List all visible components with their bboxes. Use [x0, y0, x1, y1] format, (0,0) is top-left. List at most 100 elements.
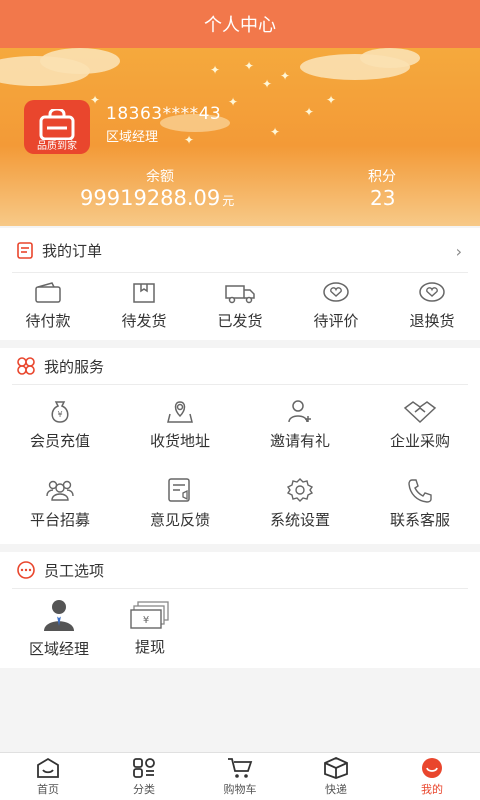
star-icon: ✦: [184, 133, 195, 147]
points-value[interactable]: 23: [370, 186, 395, 210]
phone-icon: [408, 479, 432, 503]
star-icon: ✦: [228, 95, 239, 109]
order-item-label: 已发货: [217, 311, 263, 330]
star-icon: ✦: [90, 93, 101, 107]
order-item-label: 待付款: [25, 311, 71, 330]
star-icon: ✦: [262, 77, 273, 91]
clover-icon: [17, 357, 35, 375]
profile-icon: [422, 757, 442, 778]
service-enterprise[interactable]: 企业采购: [360, 385, 480, 464]
staff-grid: 区域经理 ¥ 提现: [0, 589, 480, 667]
svg-text:¥: ¥: [57, 410, 62, 419]
cloud-decoration: [40, 48, 120, 74]
order-item-shipped[interactable]: 已发货: [192, 273, 288, 339]
handshake-icon: [403, 401, 437, 424]
cart-icon: [228, 757, 253, 778]
tab-label: 首页: [37, 782, 59, 796]
orders-title: 我的订单: [42, 241, 103, 260]
service-label: 系统设置: [269, 511, 330, 529]
staff-title: 员工选项: [44, 561, 105, 580]
order-item-label: 待评价: [313, 311, 359, 330]
services-title: 我的服务: [44, 357, 105, 376]
services-grid: ¥ 会员充值 收货地址 邀请有礼 企业采购 平台招募 意见反馈 系统设置 联系客…: [0, 385, 480, 543]
tab-home[interactable]: 首页: [0, 753, 96, 800]
tab-cart[interactable]: 购物车: [192, 753, 288, 800]
svg-text:¥: ¥: [143, 615, 149, 626]
more-options-icon: [17, 561, 35, 579]
order-item-pending-ship[interactable]: 待发货: [96, 273, 192, 339]
manager-icon: [44, 599, 74, 631]
service-invite[interactable]: 邀请有礼: [240, 385, 360, 464]
logo-caption: 品质到家: [24, 140, 90, 154]
order-item-label: 退换货: [409, 311, 455, 330]
add-user-icon: [288, 400, 311, 423]
service-recruit[interactable]: 平台招募: [0, 464, 120, 543]
balance-value[interactable]: 99919288.09 元: [80, 186, 234, 210]
gear-icon: [286, 478, 314, 502]
service-label: 企业采购: [389, 432, 450, 450]
orders-section: 我的订单 › 待付款 待发货 已发货 待评价 退换货: [0, 228, 480, 340]
staff-label: 提现: [134, 637, 165, 656]
service-settings[interactable]: 系统设置: [240, 464, 360, 543]
user-role: 区域经理: [106, 130, 159, 145]
tab-label: 我的: [421, 782, 443, 796]
tab-profile[interactable]: 我的: [384, 753, 480, 800]
star-icon: ✦: [326, 93, 337, 107]
bottom-tab-bar: 首页 分类 购物车 快递 我的: [0, 752, 480, 800]
service-label: 会员充值: [29, 432, 90, 450]
star-icon: ✦: [210, 63, 221, 77]
category-icon: [133, 757, 155, 778]
star-icon: ✦: [270, 125, 281, 139]
tab-category[interactable]: 分类: [96, 753, 192, 800]
balance-label: 余额: [146, 169, 174, 185]
staff-header: 员工选项: [0, 552, 480, 588]
service-contact[interactable]: 联系客服: [360, 464, 480, 543]
cash-icon: ¥: [130, 600, 169, 629]
balance-unit: 元: [222, 194, 235, 208]
feedback-icon: [168, 478, 190, 502]
home-icon: [37, 757, 59, 778]
service-label: 收货地址: [149, 432, 210, 450]
location-icon: [167, 401, 193, 423]
star-icon: ✦: [304, 105, 315, 119]
top-bar: 个人中心: [0, 0, 480, 48]
services-header: 我的服务: [0, 348, 480, 384]
chevron-right-icon: ›: [455, 242, 462, 261]
service-label: 意见反馈: [149, 511, 210, 529]
page-title: 个人中心: [204, 15, 276, 36]
star-icon: ✦: [244, 59, 255, 73]
balance-amount: 99919288.09: [80, 186, 221, 210]
order-item-pending-payment[interactable]: 待付款: [0, 273, 96, 339]
order-item-review[interactable]: 待评价: [288, 273, 384, 339]
tab-label: 购物车: [223, 782, 257, 796]
profile-banner: ✦ ✦ ✦ ✦ ✦ ✦ ✦ ✦ ✦ ✦ 品质到家 18363****43 区域经…: [0, 48, 480, 226]
clipboard-icon: [17, 242, 33, 259]
money-bag-icon: ¥: [51, 401, 69, 423]
service-label: 联系客服: [389, 511, 450, 529]
service-label: 邀请有礼: [269, 432, 330, 450]
shopping-bag-icon: [39, 109, 75, 141]
order-item-label: 待发货: [121, 311, 167, 330]
review-icon: [323, 281, 349, 302]
service-address[interactable]: 收货地址: [120, 385, 240, 464]
orders-header[interactable]: 我的订单 ›: [0, 228, 480, 272]
service-member-recharge[interactable]: ¥ 会员充值: [0, 385, 120, 464]
cloud-decoration: [360, 48, 420, 68]
tab-label: 分类: [133, 782, 155, 796]
order-item-return[interactable]: 退换货: [384, 273, 480, 339]
star-icon: ✦: [280, 69, 291, 83]
staff-label: 区域经理: [28, 639, 89, 658]
orders-grid: 待付款 待发货 已发货 待评价 退换货: [0, 273, 480, 339]
services-section: 我的服务 ¥ 会员充值 收货地址 邀请有礼 企业采购 平台招募 意见反馈 系统设…: [0, 348, 480, 544]
service-label: 平台招募: [29, 511, 90, 529]
wallet-icon: [35, 281, 61, 303]
user-phone: 18363****43: [106, 104, 222, 124]
tab-express[interactable]: 快递: [288, 753, 384, 800]
staff-section: 员工选项 区域经理 ¥ 提现: [0, 552, 480, 668]
staff-area-manager[interactable]: 区域经理: [0, 589, 118, 667]
service-feedback[interactable]: 意见反馈: [120, 464, 240, 543]
staff-withdraw[interactable]: ¥ 提现: [118, 589, 182, 667]
points-label: 积分: [368, 169, 396, 185]
tab-label: 快递: [325, 782, 347, 796]
truck-icon: [225, 284, 255, 303]
